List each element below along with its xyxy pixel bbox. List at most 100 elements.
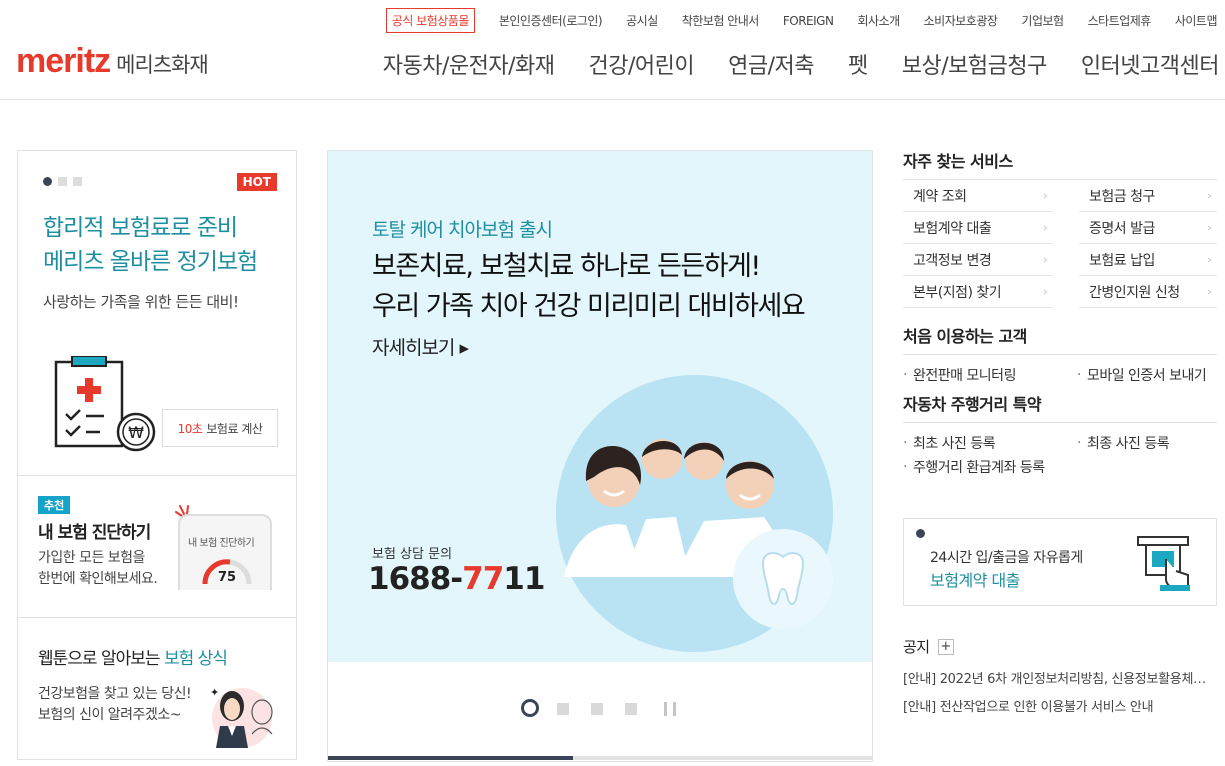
- diagnosis-score: 75: [218, 570, 237, 585]
- insurance-diagnosis-card[interactable]: 추천 내 보험 진단하기 가입한 모든 보험을 한번에 확인해보세요. 내 보험…: [18, 476, 296, 618]
- link-mobile-cert[interactable]: 모바일 인증서 보내기: [1077, 363, 1217, 387]
- svg-text:✦: ✦: [210, 686, 219, 699]
- webtoon-title: 웹툰으로 알아보는 보험 상식: [38, 644, 228, 669]
- service-label: 증명서 발급: [1089, 220, 1155, 237]
- tooth-icon: [761, 552, 805, 605]
- service-contract-lookup[interactable]: 계약 조회 ›: [903, 180, 1053, 212]
- official-mall-link[interactable]: 공식 보험상품몰: [385, 8, 475, 33]
- promo-pager[interactable]: [43, 177, 88, 186]
- link-refund-account[interactable]: 주행거리 환급계좌 등록: [903, 455, 1077, 479]
- service-certificate[interactable]: 증명서 발급 ›: [1079, 212, 1217, 244]
- chevron-right-icon: ›: [1043, 253, 1047, 266]
- main-nav: 자동차/운전자/화재 건강/어린이 연금/저축 펫 보상/보험금청구 인터넷고객…: [349, 48, 1220, 80]
- loan-box-line1: 24시간 입/출금을 자유롭게: [930, 550, 1083, 566]
- banner-more-link[interactable]: 자세히보기 ▸: [372, 333, 469, 360]
- nav-item-customer-center[interactable]: 인터넷고객센터: [1081, 48, 1220, 80]
- webtoon-desc-line1: 건강보험을 찾고 있는 당신!: [38, 686, 192, 702]
- chevron-right-icon: ›: [1207, 221, 1211, 234]
- promo-title-line1: 합리적 보험료로 준비: [43, 215, 238, 241]
- chevron-right-icon: ›: [1207, 253, 1211, 266]
- webtoon-title-highlight: 보험 상식: [163, 649, 228, 669]
- phone-part-a: 1688-: [368, 561, 463, 597]
- service-label: 계약 조회: [913, 188, 967, 205]
- banner-dot[interactable]: [591, 703, 603, 715]
- notice-heading: 공지 +: [903, 636, 1217, 657]
- services-heading: 자주 찾는 서비스: [903, 148, 1217, 180]
- pager-dot[interactable]: [58, 177, 67, 186]
- term-insurance-promo[interactable]: HOT 합리적 보험료로 준비 메리츠 올바른 정기보험 사랑하는 가족을 위한…: [18, 151, 296, 476]
- notice-item[interactable]: [안내] 2022년 6차 개인정보처리방침, 신용정보활용체제 개정 안내: [903, 668, 1217, 687]
- banner-headline-line1: 보존치료, 보철치료 하나로 든든하게!: [372, 251, 761, 282]
- service-label: 보험금 청구: [1089, 188, 1155, 205]
- first-time-list: 완전판매 모니터링 모바일 인증서 보내기: [903, 363, 1217, 387]
- banner-dot[interactable]: [557, 703, 569, 715]
- chevron-right-icon: ›: [1207, 189, 1211, 202]
- diagnosis-desc: 가입한 모든 보험을 한번에 확인해보세요.: [38, 548, 158, 590]
- link-sales-monitoring[interactable]: 완전판매 모니터링: [903, 363, 1077, 387]
- service-label: 고객정보 변경: [913, 252, 992, 269]
- util-link-about[interactable]: 회사소개: [857, 12, 900, 29]
- webtoon-title-pre: 웹툰으로 알아보는: [38, 649, 161, 669]
- atm-icon: [1137, 536, 1190, 591]
- util-link-startup[interactable]: 스타트업제휴: [1088, 12, 1152, 29]
- phone-part-b: 77: [462, 561, 504, 597]
- plus-icon[interactable]: +: [937, 638, 954, 655]
- calc-button-accent: 10초: [177, 421, 203, 436]
- webtoon-character-icon: ✦: [210, 686, 273, 748]
- nav-item-health[interactable]: 건강/어린이: [588, 48, 694, 80]
- pager-dot[interactable]: [73, 177, 82, 186]
- chevron-right-icon: ›: [1043, 221, 1047, 234]
- util-link-foreign[interactable]: FOREIGN: [783, 14, 834, 28]
- hot-badge: HOT: [236, 173, 277, 191]
- webtoon-card[interactable]: 웹툰으로 알아보는 보험 상식 건강보험을 찾고 있는 당신! 보험의 신이 알…: [18, 618, 296, 759]
- pager-dot-active[interactable]: [43, 177, 52, 186]
- util-link-disclosure[interactable]: 공시실: [626, 12, 658, 29]
- banner-dot[interactable]: [625, 703, 637, 715]
- banner-contact-label: 보험 상담 문의: [372, 547, 453, 562]
- main-banner[interactable]: 토탈 케어 치아보험 출시 보존치료, 보철치료 하나로 든든하게! 우리 가족…: [327, 150, 873, 762]
- webtoon-desc-line2: 보험의 신이 알려주겠소~: [38, 707, 181, 723]
- nav-item-pet[interactable]: 펫: [848, 48, 868, 80]
- service-policy-loan[interactable]: 보험계약 대출 ›: [903, 212, 1053, 244]
- util-link-auth[interactable]: 본인인증센터(로그인): [499, 12, 603, 29]
- util-link-consumer[interactable]: 소비자보호광장: [924, 12, 998, 29]
- service-claim[interactable]: 보험금 청구 ›: [1079, 180, 1217, 212]
- phone-caption: 내 보험 진단하기: [188, 538, 255, 549]
- promo-title-line2: 메리츠 올바른 정기보험: [43, 249, 258, 275]
- premium-calc-button[interactable]: 10초 보험료 계산: [162, 409, 278, 447]
- nav-item-pension[interactable]: 연금/저축: [728, 48, 814, 80]
- banner-headline: 보존치료, 보철치료 하나로 든든하게! 우리 가족 치아 건강 미리미리 대비…: [372, 247, 806, 327]
- service-label: 간병인지원 신청: [1089, 284, 1180, 301]
- service-branch-finder[interactable]: 본부(지점) 찾기 ›: [903, 276, 1053, 308]
- mileage-list: 최초 사진 등록 최종 사진 등록 주행거리 환급계좌 등록: [903, 431, 1217, 479]
- mileage-heading: 자동차 주행거리 특약: [903, 391, 1217, 423]
- calc-button-label: 보험료 계산: [206, 421, 263, 436]
- service-premium-payment[interactable]: 보험료 납입 ›: [1079, 244, 1217, 276]
- box-pager-dot: [916, 529, 925, 538]
- util-link-corporate[interactable]: 기업보험: [1021, 12, 1064, 29]
- meritz-logo[interactable]: meritz 메리츠화재: [16, 42, 209, 81]
- notice-title: 공지: [903, 638, 930, 656]
- webtoon-desc: 건강보험을 찾고 있는 당신! 보험의 신이 알려주겠소~: [38, 684, 192, 726]
- pause-icon[interactable]: [664, 702, 676, 716]
- notice-item[interactable]: [안내] 전산작업으로 인한 이용불가 서비스 안내: [903, 696, 1217, 715]
- phone-part-c: 11: [503, 561, 545, 597]
- banner-phone-number: 1688-7711: [368, 561, 545, 597]
- link-final-photo[interactable]: 최종 사진 등록: [1077, 431, 1217, 455]
- service-label: 본부(지점) 찾기: [913, 284, 1002, 301]
- banner-dot-active[interactable]: [521, 699, 539, 717]
- policy-loan-box[interactable]: 24시간 입/출금을 자유롭게 보험계약 대출: [903, 518, 1217, 606]
- util-link-sitemap[interactable]: 사이트맵: [1175, 12, 1218, 29]
- clipboard-won-icon: ₩: [54, 356, 156, 452]
- service-caregiver[interactable]: 간병인지원 신청 ›: [1079, 276, 1217, 308]
- nav-item-auto[interactable]: 자동차/운전자/화재: [383, 48, 555, 80]
- recommend-badge: 추천: [38, 496, 71, 514]
- link-first-photo[interactable]: 최초 사진 등록: [903, 431, 1077, 455]
- banner-slide[interactable]: 토탈 케어 치아보험 출시 보존치료, 보철치료 하나로 든든하게! 우리 가족…: [328, 151, 872, 662]
- service-label: 보험계약 대출: [913, 220, 992, 237]
- right-sidebar: 자주 찾는 서비스 계약 조회 › 보험금 청구 › 보험계약 대출 › 증명서 발급…: [903, 148, 1217, 715]
- service-customer-info[interactable]: 고객정보 변경 ›: [903, 244, 1053, 276]
- nav-item-claims[interactable]: 보상/보험금청구: [902, 48, 1048, 80]
- chevron-right-icon: ›: [1043, 189, 1047, 202]
- util-link-guide[interactable]: 착한보험 안내서: [682, 12, 760, 29]
